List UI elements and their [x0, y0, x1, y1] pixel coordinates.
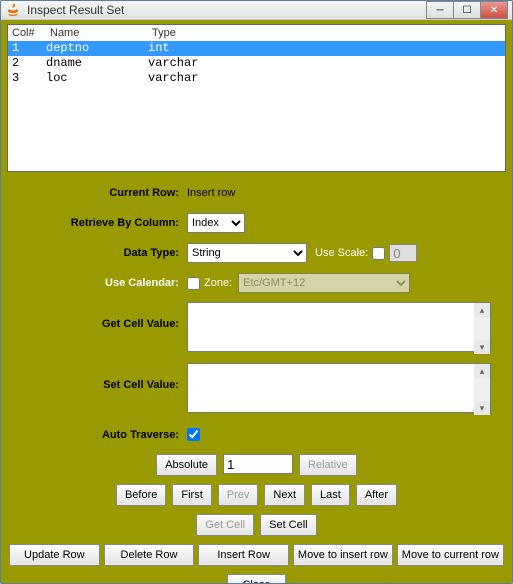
update-row-button[interactable]: Update Row: [9, 544, 100, 566]
next-button[interactable]: Next: [264, 484, 305, 506]
label-current-row: Current Row:: [7, 187, 187, 199]
form-area: Current Row: Insert row Retrieve By Colu…: [7, 172, 506, 584]
first-button[interactable]: First: [172, 484, 211, 506]
cell-type: varchar: [148, 71, 505, 86]
use-calendar-checkbox[interactable]: [187, 277, 200, 290]
content-area: Col# Name Type 1 deptno int 2 dname varc…: [1, 20, 512, 584]
cell-type: int: [148, 41, 505, 56]
label-retrieve-by: Retrieve By Column:: [7, 217, 187, 229]
table-row[interactable]: 2 dname varchar: [8, 56, 505, 71]
cell-type: varchar: [148, 56, 505, 71]
use-scale-checkbox[interactable]: [372, 247, 385, 260]
maximize-button[interactable]: ☐: [453, 1, 481, 19]
delete-row-button[interactable]: Delete Row: [104, 544, 195, 566]
move-current-row-button[interactable]: Move to current row: [397, 544, 504, 566]
titlebar: Inspect Result Set ─ ☐ ✕: [1, 1, 512, 20]
zone-select[interactable]: Etc/GMT+12: [238, 273, 410, 293]
close-window-button[interactable]: ✕: [480, 1, 508, 19]
absolute-input[interactable]: [223, 454, 293, 474]
scroll-up-icon[interactable]: ▴: [474, 303, 490, 317]
scroll-down-icon[interactable]: ▾: [474, 401, 490, 415]
table-row[interactable]: 3 loc varchar: [8, 71, 505, 86]
label-use-scale: Use Scale:: [315, 247, 368, 259]
window-buttons: ─ ☐ ✕: [427, 1, 508, 19]
label-set-cell: Set Cell Value:: [7, 363, 187, 391]
data-type-select[interactable]: String: [187, 243, 307, 263]
minimize-button[interactable]: ─: [426, 1, 454, 19]
last-button[interactable]: Last: [311, 484, 350, 506]
label-use-calendar: Use Calendar:: [7, 277, 187, 289]
cell-name: dname: [46, 56, 148, 71]
columns-table: Col# Name Type 1 deptno int 2 dname varc…: [7, 24, 506, 172]
get-cell-textarea[interactable]: [187, 302, 491, 352]
close-button[interactable]: Close: [227, 574, 285, 584]
get-cell-button[interactable]: Get Cell: [196, 514, 254, 536]
header-type: Type: [148, 25, 505, 41]
scrollbar[interactable]: ▴▾: [474, 364, 490, 415]
cell-name: loc: [46, 71, 148, 86]
table-row[interactable]: 1 deptno int: [8, 41, 505, 56]
table-body[interactable]: 1 deptno int 2 dname varchar 3 loc varch…: [8, 41, 505, 171]
scroll-up-icon[interactable]: ▴: [474, 364, 490, 378]
move-insert-row-button[interactable]: Move to insert row: [293, 544, 393, 566]
relative-button[interactable]: Relative: [299, 454, 357, 476]
retrieve-by-select[interactable]: Index: [187, 213, 245, 233]
scroll-down-icon[interactable]: ▾: [474, 340, 490, 354]
before-button[interactable]: Before: [116, 484, 166, 506]
cell-num: 2: [8, 56, 46, 71]
insert-row-button[interactable]: Insert Row: [198, 544, 289, 566]
cell-num: 3: [8, 71, 46, 86]
java-icon: [5, 2, 21, 18]
window: Inspect Result Set ─ ☐ ✕ Col# Name Type …: [0, 0, 513, 584]
scrollbar[interactable]: ▴▾: [474, 303, 490, 354]
absolute-button[interactable]: Absolute: [156, 454, 217, 476]
header-colnum: Col#: [8, 25, 46, 41]
table-header: Col# Name Type: [8, 25, 505, 41]
prev-button[interactable]: Prev: [218, 484, 259, 506]
after-button[interactable]: After: [356, 484, 397, 506]
label-get-cell: Get Cell Value:: [7, 302, 187, 330]
window-title: Inspect Result Set: [27, 3, 427, 17]
set-cell-textarea[interactable]: [187, 363, 491, 413]
auto-traverse-checkbox[interactable]: [187, 428, 200, 441]
set-cell-button[interactable]: Set Cell: [260, 514, 317, 536]
scale-input[interactable]: [389, 244, 417, 262]
header-name: Name: [46, 25, 148, 41]
label-data-type: Data Type:: [7, 247, 187, 259]
cell-name: deptno: [46, 41, 148, 56]
cell-num: 1: [8, 41, 46, 56]
value-current-row: Insert row: [187, 187, 506, 199]
label-zone: Zone:: [204, 277, 232, 289]
label-auto-traverse: Auto Traverse:: [7, 429, 187, 441]
